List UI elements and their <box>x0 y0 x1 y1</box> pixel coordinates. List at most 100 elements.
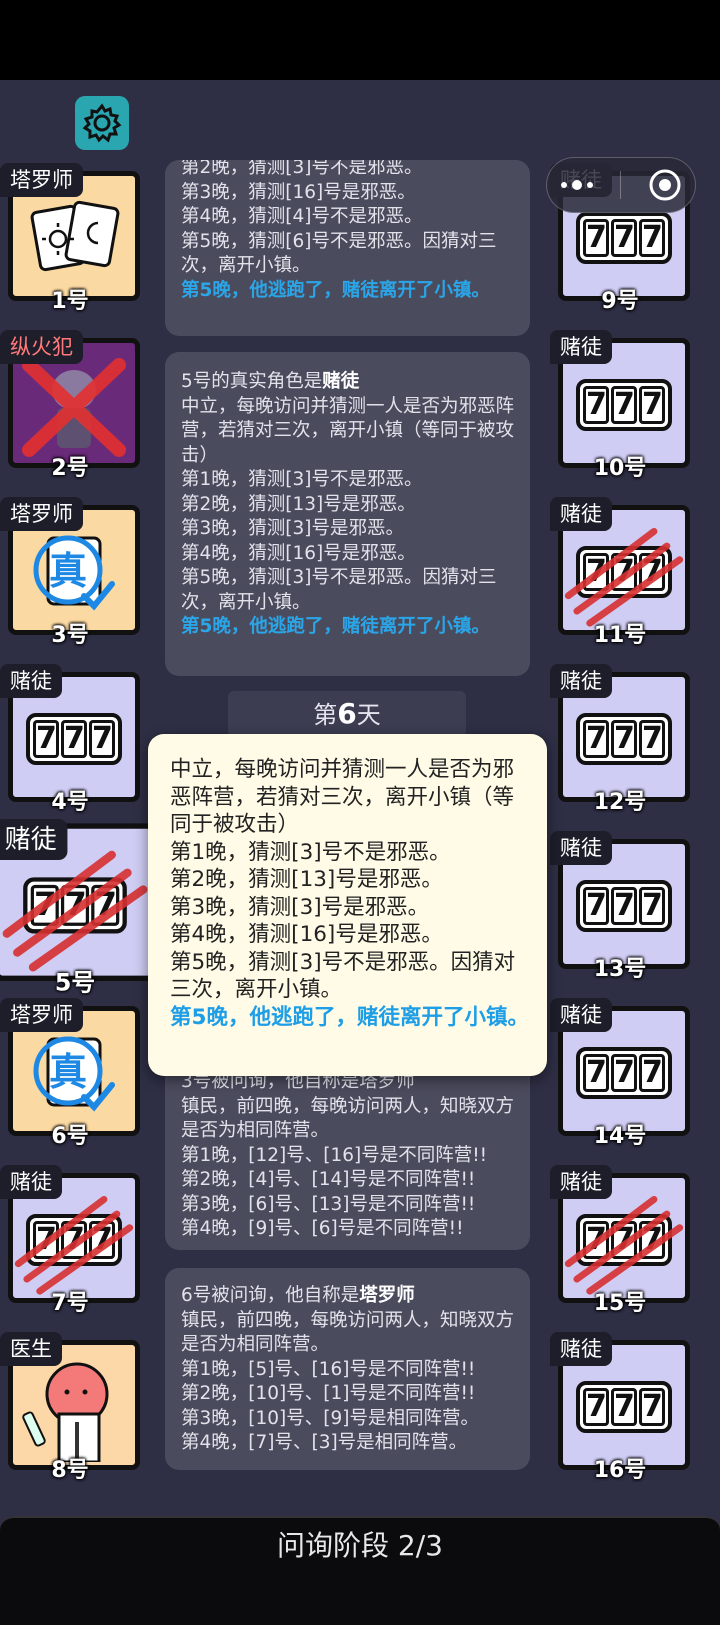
popup-line: 第5晚，猜测[3]号不是邪恶。因猜对三次，离开小镇。 <box>170 949 516 1003</box>
slot-machine-icon: 777 <box>576 1381 672 1434</box>
log-desc: 镇民，前四晚，每晚访问两人，知晓双方是否为相同阵营。 <box>181 1309 515 1356</box>
log-title: 5号的真实角色是赌徒 <box>181 371 360 392</box>
slot-machine-icon: 777 <box>576 212 672 265</box>
log-line: 第2晚，[10]号、[1]号是不同阵营!! <box>181 1383 476 1404</box>
log-line: 第2晚，[4]号、[14]号是不同阵营!! <box>181 1169 476 1190</box>
player-role: 赌徒 <box>550 1332 612 1366</box>
log-line: 第4晚，[9]号、[6]号是不同阵营!! <box>181 1218 464 1239</box>
player-card-4[interactable]: 赌徒 777 4号 <box>0 664 140 815</box>
log-line: 第3晚，猜测[3]号是邪恶。 <box>181 518 404 539</box>
log-line: 第3晚，[10]号、[9]号是相同阵营。 <box>181 1407 479 1429</box>
log-line: 第3晚，[6]号、[13]号是不同阵营!! <box>181 1193 476 1215</box>
slot-machine-icon: 777 <box>576 880 672 933</box>
player-role: 赌徒 <box>550 330 612 364</box>
player-number: 13号 <box>593 957 647 982</box>
player-number: 7号 <box>51 1291 89 1316</box>
player-role: 赌徒 <box>550 831 612 865</box>
player-card-2[interactable]: 纵火犯 2号 <box>0 330 140 481</box>
player-role: 赌徒 <box>0 1165 62 1199</box>
player-number: 11号 <box>593 623 647 648</box>
player-role: 赌徒 <box>0 819 68 861</box>
player-card-6[interactable]: 塔罗师 真 6号 <box>0 998 140 1149</box>
player-role: 赌徒 <box>550 1165 612 1199</box>
log-highlight: 第5晚，他逃跑了，赌徒离开了小镇。 <box>181 616 490 637</box>
player-number: 10号 <box>593 456 647 481</box>
more-dots-icon[interactable] <box>560 180 593 190</box>
truth-glyph: 真 <box>48 549 87 593</box>
player-card-10[interactable]: 赌徒 777 10号 <box>550 330 690 481</box>
arsonist-icon <box>22 358 126 458</box>
player-role: 赌徒 <box>550 998 612 1032</box>
player-number: 3号 <box>51 623 89 648</box>
player-number: 1号 <box>51 289 89 314</box>
player-card-7[interactable]: 赌徒 777 7号 <box>0 1165 140 1316</box>
status-bar <box>0 0 720 80</box>
role-info-popup[interactable]: 中立，每晚访问并猜测一人是否为邪恶阵营，若猜对三次，离开小镇（等同于被攻击） 第… <box>148 734 547 1076</box>
slot-machine-icon: 777 <box>576 379 672 432</box>
doctor-icon <box>22 1362 109 1463</box>
player-number: 8号 <box>51 1458 89 1483</box>
player-role: 塔罗师 <box>0 497 83 531</box>
slot-machine-icon: 777 <box>576 1047 672 1100</box>
player-number: 2号 <box>51 456 89 481</box>
player-role: 塔罗师 <box>0 998 83 1032</box>
log-line: 第4晚，猜测[4]号不是邪恶。 <box>181 206 423 227</box>
log-line: 第4晚，猜测[16]号是邪恶。 <box>181 542 416 564</box>
log-line: 第2晚，猜测[13]号是邪恶。 <box>181 493 416 515</box>
gear-icon <box>82 103 122 143</box>
player-card-13[interactable]: 赌徒 777 13号 <box>550 831 690 982</box>
player-role: 医生 <box>0 1332 62 1366</box>
phase-label: 问询阶段 2/3 <box>277 1529 443 1562</box>
slot-machine-icon: 777 <box>26 713 122 766</box>
settings-button[interactable] <box>75 96 129 150</box>
log-message-1: 第2晚，猜测[3]号不是邪恶。 第3晚，猜测[16]号是邪恶。 第4晚，猜测[4… <box>165 160 530 336</box>
log-line: 第5晚，猜测[3]号不是邪恶。因猜对三次，离开小镇。 <box>181 567 497 613</box>
player-role: 赌徒 <box>550 497 612 531</box>
log-title: 6号被问询，他自称是塔罗师 <box>181 1285 415 1306</box>
log-line: 第4晚，[7]号、[3]号是相同阵营。 <box>181 1432 468 1453</box>
player-card-8[interactable]: 医生 8号 <box>0 1332 140 1483</box>
log-message-4: 6号被问询，他自称是塔罗师 镇民，前四晚，每晚访问两人，知晓双方是否为相同阵营。… <box>165 1268 530 1470</box>
player-number: 6号 <box>51 1124 89 1149</box>
player-card-11[interactable]: 赌徒 777 11号 <box>550 497 690 648</box>
capsule-divider <box>619 171 621 199</box>
player-number: 15号 <box>593 1291 647 1316</box>
log-line: 第1晚，猜测[3]号不是邪恶。 <box>181 469 423 490</box>
player-card-3[interactable]: 塔罗师 真 3号 <box>0 497 140 648</box>
log-line: 第1晚，[12]号、[16]号是不同阵营!! <box>181 1144 488 1166</box>
popup-desc: 中立，每晚访问并猜测一人是否为邪恶阵营，若猜对三次，离开小镇（等同于被攻击） <box>170 757 515 837</box>
mini-program-capsule <box>546 157 696 213</box>
player-card-16[interactable]: 赌徒 777 16号 <box>550 1332 690 1483</box>
player-role: 纵火犯 <box>0 330 83 364</box>
popup-line: 第4晚，猜测[16]号是邪恶。 <box>170 922 443 947</box>
phase-bar: 问询阶段 2/3 <box>0 1516 720 1625</box>
player-card-1[interactable]: 塔罗师 1号 <box>0 163 140 314</box>
truth-glyph: 真 <box>48 1050 87 1094</box>
popup-line: 第1晚，猜测[3]号不是邪恶。 <box>170 839 451 865</box>
day-badge: 第6天 <box>228 691 466 737</box>
slot-machine-icon: 777 <box>576 713 672 766</box>
log-desc: 中立，每晚访问并猜测一人是否为邪恶阵营，若猜对三次，离开小镇（等同于被攻击） <box>181 395 515 466</box>
log-line: 第3晚，猜测[16]号是邪恶。 <box>181 181 416 203</box>
player-number: 16号 <box>593 1458 647 1483</box>
player-number: 4号 <box>51 790 89 815</box>
popup-line: 第2晚，猜测[13]号是邪恶。 <box>170 867 443 892</box>
popup-highlight: 第5晚，他逃跑了，赌徒离开了小镇。 <box>170 1004 529 1030</box>
log-line: 第1晚，[5]号、[16]号是不同阵营!! <box>181 1358 476 1380</box>
popup-line: 第3晚，猜测[3]号是邪恶。 <box>170 894 430 920</box>
target-circle-icon[interactable] <box>648 168 682 202</box>
log-line: 第5晚，猜测[6]号不是邪恶。因猜对三次，离开小镇。 <box>181 230 497 277</box>
player-card-12[interactable]: 赌徒 777 12号 <box>550 664 690 815</box>
player-card-5[interactable]: 赌徒 777 5号 <box>0 819 156 997</box>
log-message-2: 5号的真实角色是赌徒 中立，每晚访问并猜测一人是否为邪恶阵营，若猜对三次，离开小… <box>165 352 530 676</box>
player-card-14[interactable]: 赌徒 777 14号 <box>550 998 690 1149</box>
player-card-15[interactable]: 赌徒 777 15号 <box>550 1165 690 1316</box>
player-role: 赌徒 <box>0 664 62 698</box>
log-line-partial: 第2晚，猜测[3]号不是邪恶。 <box>181 160 423 178</box>
player-number: 14号 <box>593 1124 647 1149</box>
player-number: 12号 <box>593 790 647 815</box>
player-role: 塔罗师 <box>0 163 83 197</box>
player-number: 5号 <box>54 970 96 998</box>
player-role: 赌徒 <box>550 664 612 698</box>
player-number: 9号 <box>601 289 639 314</box>
